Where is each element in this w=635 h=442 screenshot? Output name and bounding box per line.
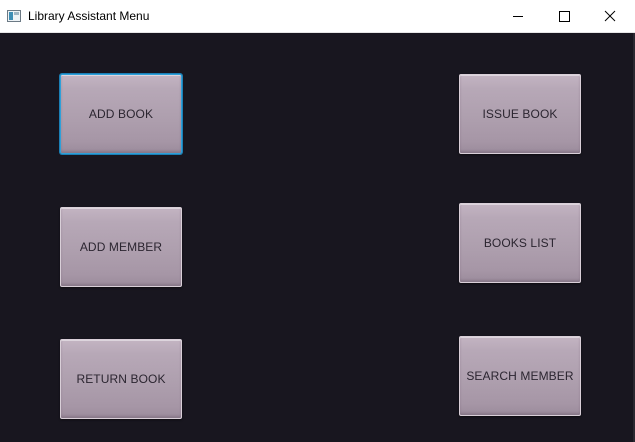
- app-window-icon: [7, 10, 21, 22]
- window-title: Library Assistant Menu: [28, 9, 150, 23]
- close-button[interactable]: [587, 0, 633, 32]
- add-book-button[interactable]: ADD BOOK: [60, 74, 182, 154]
- maximize-button[interactable]: [541, 0, 587, 32]
- app-window: Library Assistant Menu ADD BOOK ADD MEMB…: [0, 0, 635, 442]
- issue-book-button[interactable]: ISSUE BOOK: [459, 74, 581, 154]
- minimize-button[interactable]: [495, 0, 541, 32]
- return-book-button[interactable]: RETURN BOOK: [60, 339, 182, 419]
- close-icon: [604, 10, 616, 22]
- books-list-button[interactable]: BOOKS LIST: [459, 203, 581, 283]
- search-member-button[interactable]: SEARCH MEMBER: [459, 336, 581, 416]
- title-bar[interactable]: Library Assistant Menu: [0, 0, 635, 33]
- maximize-icon: [559, 11, 570, 22]
- add-member-button[interactable]: ADD MEMBER: [60, 207, 182, 287]
- minimize-icon: [513, 16, 523, 17]
